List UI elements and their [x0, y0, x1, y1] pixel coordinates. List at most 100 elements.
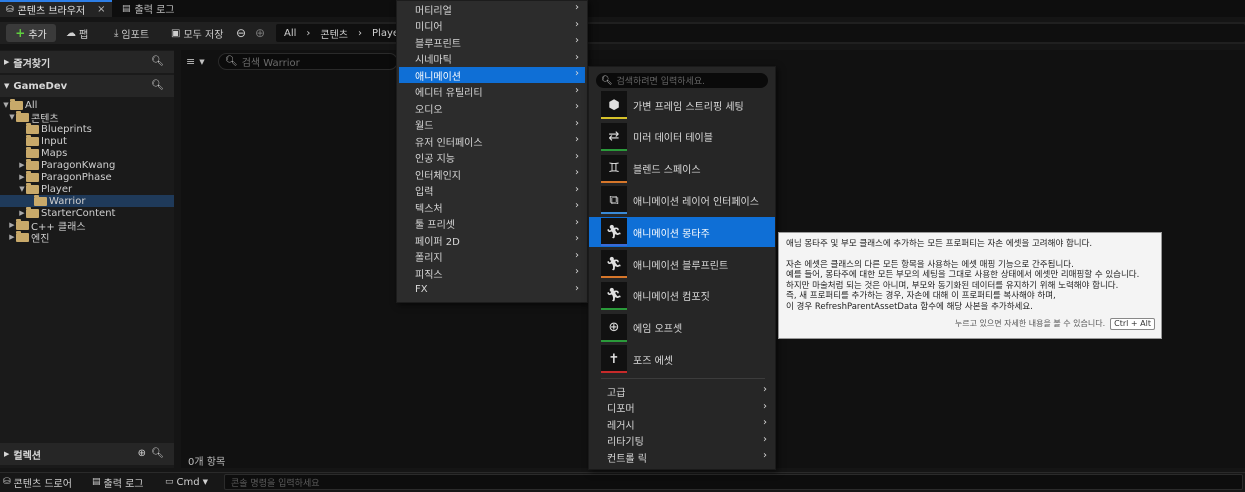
submenu-search-input[interactable]: 🔍︎ 검색하려면 입력하세요. [596, 73, 768, 88]
tree-item-maps[interactable]: Maps [0, 146, 174, 159]
category-menu-item[interactable]: 인공 지능 › [399, 150, 585, 166]
search-icon[interactable]: 🔍︎ [151, 80, 164, 91]
tree-item-startercontent[interactable]: ▶ StarterContent [0, 206, 174, 219]
tooltip-line: 자손 에셋은 클래스의 다른 모든 항목을 사용하는 에셋 매핑 기능으로 간주… [786, 259, 1074, 270]
asset-color-strip [601, 276, 627, 278]
tree-item-paragonkwang[interactable]: ▶ ParagonKwang [0, 158, 174, 171]
category-menu-item[interactable]: 입력 › [399, 183, 585, 199]
asset-type-item[interactable]: ⬢ 가변 프레임 스트리핑 세팅 [589, 90, 775, 120]
category-menu-item[interactable]: 툴 프리셋 › [399, 216, 585, 232]
collections-label: 컬렉션 [13, 450, 41, 462]
tree-item-all[interactable]: ▼ All [0, 98, 174, 111]
project-header[interactable]: ▼ GameDev 🔍︎ [0, 75, 174, 97]
save-icon: ▣ [171, 27, 181, 39]
search-icon[interactable]: 🔍︎ [151, 56, 164, 67]
chevron-right-icon: › [575, 2, 579, 13]
chevron-right-icon: › [575, 68, 579, 79]
tab-content-browser[interactable]: ⛁ 콘텐츠 브라우저 × [0, 0, 112, 17]
add-button[interactable]: + 추가 [6, 24, 56, 42]
tooltip-line: 애님 몽타주 및 부모 클래스에 추가하는 모든 프로퍼티는 자손 에셋을 고려… [786, 239, 1093, 249]
chevron-right-icon: › [763, 400, 767, 412]
breadcrumb-content[interactable]: 콘텐츠 [320, 26, 348, 41]
asset-type-item[interactable]: ✝ 포즈 에셋 [589, 344, 775, 374]
montage-tooltip: 애님 몽타주 및 부모 클래스에 추가하는 모든 프로퍼티는 자손 에셋을 고려… [778, 232, 1162, 339]
blend-figures-icon: ♊ [601, 154, 627, 183]
category-menu-item-label: FX [415, 284, 428, 295]
output-log-button[interactable]: ▤ 출력 로그 [92, 474, 144, 490]
category-menu: 머티리얼 › 미디어 › 블루프린트 › 시네마틱 › 애니메이션 › 에디터 유틸리티 › 오디오 › 월… [396, 0, 588, 303]
category-menu-item[interactable]: 에디터 유틸리티 › [399, 84, 585, 100]
tab-output-log[interactable]: ▤ 출력 로그 [116, 0, 186, 17]
import-label: 임포트 [121, 29, 150, 41]
asset-type-label: 에임 오프셋 [633, 324, 683, 336]
category-menu-item-label: 툴 프리셋 [415, 220, 455, 231]
category-menu-item[interactable]: 미디어 › [399, 18, 585, 34]
import-icon: ⤓ [114, 27, 119, 39]
animation-submenu-item[interactable]: 리타기팅 › [597, 433, 773, 449]
asset-type-label: 애니메이션 몽타주 [633, 228, 710, 240]
tree-label: ParagonKwang [41, 159, 116, 171]
asset-type-item[interactable]: ⇄ 미러 데이터 테이블 [589, 122, 775, 152]
asset-type-item[interactable]: ⊕ 에임 오프셋 [589, 313, 775, 343]
category-menu-item[interactable]: 오디오 › [399, 100, 585, 116]
content-drawer-icon: ⛁ [3, 477, 11, 487]
category-menu-item[interactable]: 시네마틱 › [399, 51, 585, 67]
history-back-button[interactable]: ⊖ [236, 25, 246, 41]
tree-item-input[interactable]: Input [0, 134, 174, 147]
content-drawer-button[interactable]: ⛁ 콘텐츠 드로어 [3, 474, 72, 490]
collections-header[interactable]: ▶ 컬렉션 ⊕ 🔍︎ [0, 443, 174, 465]
category-menu-item[interactable]: 인터체인지 › [399, 166, 585, 182]
category-menu-item[interactable]: 텍스처 › [399, 199, 585, 215]
save-all-button[interactable]: ▣ 모두 저장 [171, 25, 223, 41]
tree-item-paragonphase[interactable]: ▶ ParagonPhase [0, 170, 174, 183]
tab-content-browser-label: 콘텐츠 브라우저 [17, 6, 86, 17]
category-menu-item[interactable]: 페이퍼 2D › [399, 232, 585, 248]
asset-color-strip [601, 244, 627, 247]
content-browser-icon: ⛁ [6, 4, 14, 15]
chevron-right-icon: ▶ [9, 221, 15, 229]
runner-blueprint-icon: 🏃︎ [601, 250, 627, 278]
tree-item-warrior[interactable]: Warrior [0, 194, 174, 207]
category-menu-item[interactable]: 머티리얼 › [399, 1, 585, 17]
category-menu-item[interactable]: 월드 › [399, 117, 585, 133]
add-circle-icon[interactable]: ⊕ [138, 448, 146, 459]
favorites-header[interactable]: ▶ 즐겨찾기 🔍︎ [0, 51, 174, 73]
tree-label: Blueprints [41, 123, 92, 135]
search-icon[interactable]: 🔍︎ [151, 448, 164, 459]
cmd-dropdown[interactable]: ▭ Cmd ▼ [165, 474, 208, 490]
filter-button[interactable]: ≡ ▼ [186, 53, 205, 70]
asset-type-item[interactable]: 🏃︎ 애니메이션 컴포짓 [589, 281, 775, 311]
category-menu-item[interactable]: 폴리지 › [399, 249, 585, 265]
history-forward-button[interactable]: ⊕ [255, 25, 265, 41]
chevron-down-icon: ▼ [199, 57, 205, 66]
category-menu-item[interactable]: 유저 인터페이스 › [399, 133, 585, 149]
asset-type-item[interactable]: 🏃︎ 애니메이션 블루프린트 [589, 249, 775, 279]
asset-type-item[interactable]: ♊ 블렌드 스페이스 [589, 154, 775, 184]
asset-type-item[interactable]: 🏃︎ 애니메이션 몽타주 [589, 217, 775, 248]
animation-submenu-item[interactable]: 고급 › [597, 383, 773, 399]
chevron-down-icon: ▼ [3, 101, 9, 109]
fab-button[interactable]: ☁ 팹 [66, 25, 88, 41]
breadcrumb-player[interactable]: Playe [372, 28, 399, 39]
animation-submenu-item[interactable]: 컨트롤 릭 › [597, 449, 773, 465]
chevron-down-icon: ▼ [202, 478, 208, 486]
tree-item-player[interactable]: ▼ Player [0, 182, 174, 195]
asset-search-input[interactable]: 🔍︎ 검색 Warrior [218, 53, 398, 70]
close-icon[interactable]: × [97, 4, 105, 15]
category-menu-item[interactable]: FX › [399, 282, 585, 298]
tree-item-cpp-classes[interactable]: ▶ C++ 클래스 [0, 218, 174, 233]
import-button[interactable]: ⤓ 임포트 [114, 25, 149, 41]
cube-icon: ⬢ [601, 91, 627, 119]
category-menu-item[interactable]: 애니메이션 › [399, 67, 585, 83]
tree-item-engine[interactable]: ▶ 엔진 [0, 230, 174, 245]
category-menu-item[interactable]: 피직스 › [399, 265, 585, 281]
tree-item-content[interactable]: ▼ 콘텐츠 [0, 110, 174, 125]
folder-icon [26, 182, 39, 194]
animation-submenu-item[interactable]: 디포머 › [597, 400, 773, 416]
breadcrumb-all[interactable]: All [284, 28, 296, 39]
animation-submenu-item[interactable]: 레거시 › [597, 416, 773, 432]
console-input[interactable]: 콘솔 명령을 입력하세요 [224, 474, 1243, 490]
tree-item-blueprints[interactable]: Blueprints [0, 122, 174, 135]
asset-type-item[interactable]: ⧉ 애니메이션 레이어 인터페이스 [589, 185, 775, 215]
category-menu-item[interactable]: 블루프린트 › [399, 34, 585, 50]
